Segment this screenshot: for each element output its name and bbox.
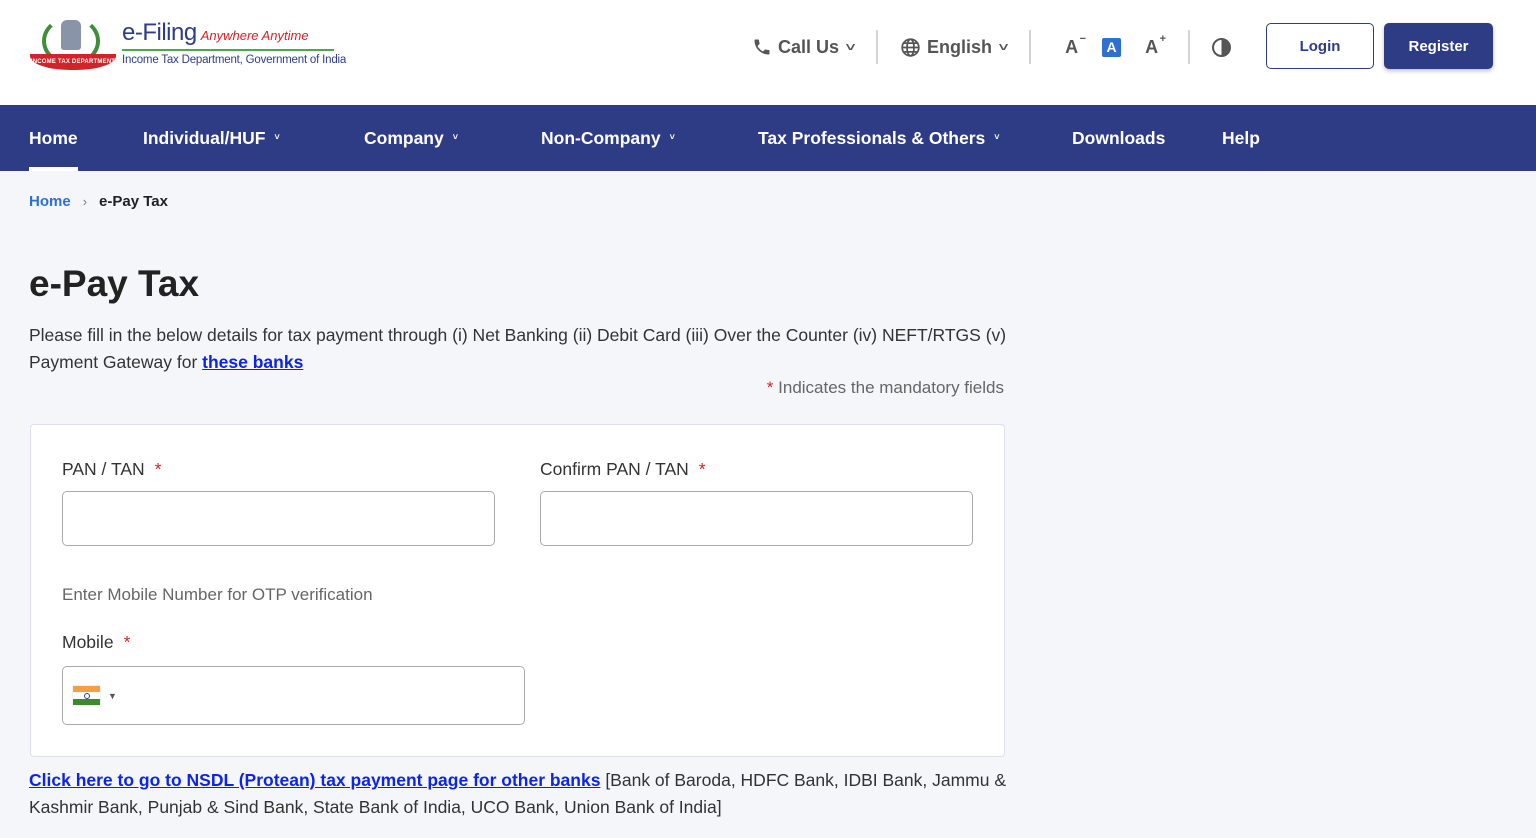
nav-item-individual-huf[interactable]: Individual/HUF ˅	[143, 105, 280, 171]
chevron-down-icon: ˅	[845, 40, 856, 54]
mobile-input[interactable]	[126, 667, 524, 724]
mandatory-note: * Indicates the mandatory fields	[766, 378, 1004, 397]
other-banks-note: Click here to go to NSDL (Protean) tax p…	[29, 767, 1014, 821]
emblem-ribbon-text: INCOME TAX DEPARTMENT	[30, 54, 116, 70]
required-marker: *	[154, 459, 162, 479]
call-us-label: Call Us	[778, 36, 840, 57]
font-normal-button[interactable]: A	[1102, 37, 1122, 57]
site-header: INCOME TAX DEPARTMENT e-Filing Anywhere …	[0, 0, 1536, 105]
nav-item-tax-professionals[interactable]: Tax Professionals & Others ˅	[758, 105, 1000, 171]
mobile-field: ▼	[62, 666, 525, 725]
payment-form-card: PAN / TAN * Confirm PAN / TAN * Enter Mobi…	[30, 424, 1005, 757]
confirm-pan-tan-label: Confirm PAN / TAN *	[540, 459, 706, 479]
nsdl-protean-link[interactable]: Click here to go to NSDL (Protean) tax p…	[29, 770, 600, 790]
minus-icon: −	[1079, 32, 1087, 45]
page-description: Please fill in the below details for tax…	[29, 325, 1007, 372]
pan-tan-input[interactable]	[62, 491, 495, 546]
utility-bar: Call Us ˅ English ˅ A − A A +	[752, 27, 1232, 67]
login-button[interactable]: Login	[1266, 23, 1374, 69]
chevron-down-icon: ˅	[998, 40, 1009, 54]
chevron-down-icon: ˅	[994, 132, 1000, 142]
caret-down-icon: ▼	[108, 690, 117, 701]
language-label: English	[927, 36, 993, 57]
breadcrumb: Home › e-Pay Tax	[29, 193, 168, 210]
globe-icon	[900, 37, 921, 58]
these-banks-link[interactable]: these banks	[202, 352, 303, 372]
country-code-select[interactable]: ▼	[73, 686, 117, 705]
chevron-down-icon: ˅	[669, 132, 675, 142]
page-title: e-Pay Tax	[29, 263, 200, 304]
language-dropdown[interactable]: English ˅	[900, 36, 1009, 58]
divider	[1029, 30, 1032, 64]
required-marker: *	[123, 632, 131, 652]
india-flag-icon	[73, 686, 100, 705]
logo-tagline: Anywhere Anytime	[200, 27, 309, 43]
mobile-label: Mobile *	[62, 632, 131, 652]
logo-title: e-Filing	[122, 18, 197, 46]
phone-icon	[752, 37, 772, 57]
call-us-dropdown[interactable]: Call Us ˅	[752, 36, 856, 58]
required-marker: *	[698, 459, 706, 479]
confirm-pan-tan-input[interactable]	[540, 491, 973, 546]
nav-item-non-company[interactable]: Non-Company ˅	[541, 105, 675, 171]
breadcrumb-home-link[interactable]: Home	[29, 193, 71, 210]
contrast-toggle-icon[interactable]	[1212, 37, 1232, 57]
plus-icon: +	[1159, 32, 1167, 45]
nav-item-home[interactable]: Home	[29, 105, 78, 171]
chevron-down-icon: ˅	[274, 132, 280, 142]
nav-item-downloads[interactable]: Downloads	[1072, 105, 1165, 171]
chevron-right-icon: ›	[82, 194, 88, 209]
chevron-down-icon: ˅	[452, 132, 458, 142]
font-increase-button[interactable]: A +	[1145, 33, 1166, 58]
main-nav: Home Individual/HUF ˅ Company ˅ Non-Compan…	[0, 105, 1536, 171]
nav-item-help[interactable]: Help	[1222, 105, 1260, 171]
nav-item-company[interactable]: Company ˅	[364, 105, 458, 171]
register-button[interactable]: Register	[1384, 23, 1493, 69]
breadcrumb-current: e-Pay Tax	[99, 193, 168, 210]
otp-hint-text: Enter Mobile Number for OTP verification	[62, 585, 373, 604]
efiling-logo[interactable]: INCOME TAX DEPARTMENT e-Filing Anywhere …	[28, 14, 346, 78]
pan-tan-label: PAN / TAN *	[62, 459, 162, 479]
logo-subtitle: Income Tax Department, Government of Ind…	[122, 53, 347, 66]
income-tax-emblem-icon: INCOME TAX DEPARTMENT	[28, 14, 118, 78]
divider	[1188, 30, 1191, 64]
divider	[876, 30, 879, 64]
font-decrease-button[interactable]: A −	[1065, 33, 1086, 58]
